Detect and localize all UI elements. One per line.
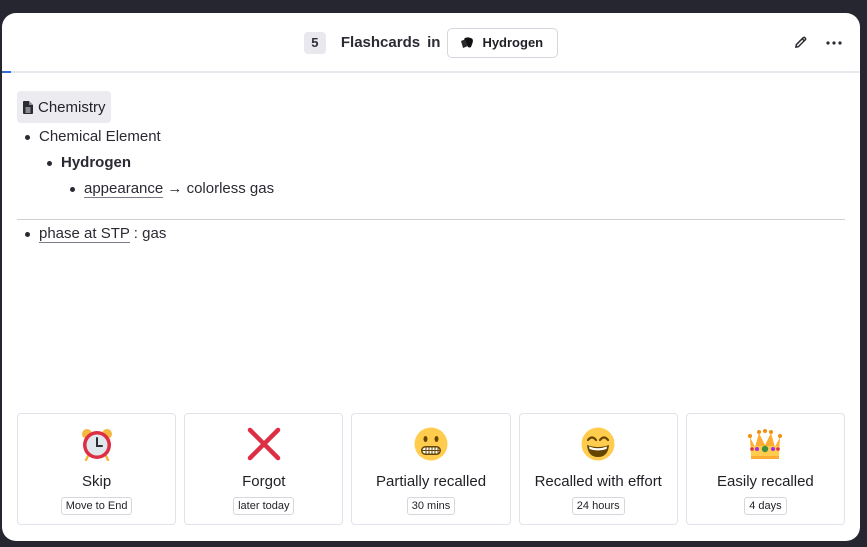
arrow-separator: →: [167, 180, 183, 197]
tree-item-hydrogen: Hydrogen: [17, 150, 845, 176]
review-progress-fill: [2, 71, 11, 73]
rating-interval: 30 mins: [406, 497, 456, 515]
document-icon: [23, 100, 33, 114]
answer-value: gas: [142, 225, 167, 242]
answer-item-phase: phase at STP : gas: [17, 221, 845, 247]
cross-mark-icon: [246, 426, 282, 462]
tree-item-label: Chemical Element: [39, 128, 161, 145]
header-actions: [792, 13, 842, 72]
rating-partially-recalled-button[interactable]: Partially recalled 30 mins: [351, 413, 511, 525]
rating-label: Recalled with effort: [534, 473, 662, 490]
grimacing-face-icon: [413, 426, 449, 462]
rating-buttons: Skip Move to End Forgot later today Part…: [17, 413, 846, 525]
header-title: Flashcards: [340, 34, 421, 51]
more-options-button[interactable]: [826, 35, 842, 51]
ellipsis-icon: [826, 40, 842, 45]
header-center: 5 Flashcards in Hydrogen: [303, 27, 559, 58]
deck-selector[interactable]: Hydrogen: [447, 27, 559, 58]
alarm-clock-icon: [79, 426, 115, 462]
crown-icon: [747, 426, 783, 462]
tree-item-chemical-element: Chemical Element: [17, 124, 845, 150]
dialog-header: 5 Flashcards in Hydrogen: [2, 13, 860, 72]
card-count-badge: 5: [303, 31, 326, 54]
review-progress-bar: [2, 71, 860, 73]
cards-icon: [461, 36, 474, 48]
answer-tree: phase at STP : gas: [17, 221, 845, 247]
deck-name: Hydrogen: [482, 35, 544, 50]
tree-item-label: Hydrogen: [61, 154, 132, 171]
rating-interval: 24 hours: [571, 497, 625, 515]
rating-forgot-button[interactable]: Forgot later today: [184, 413, 344, 525]
rating-interval: 4 days: [744, 497, 787, 515]
pencil-icon: [794, 36, 806, 48]
page-reference-label: Chemistry: [38, 98, 106, 116]
rating-easily-recalled-button[interactable]: Easily recalled 4 days: [685, 413, 846, 525]
rating-label: Forgot: [242, 473, 286, 490]
rating-label: Easily recalled: [717, 473, 814, 490]
property-link-phase-at-stp[interactable]: phase at STP: [39, 225, 130, 243]
rating-recalled-with-effort-button[interactable]: Recalled with effort 24 hours: [518, 413, 678, 525]
rating-interval: Move to End: [60, 497, 133, 515]
card-content: Chemistry Chemical Element Hydrogen appe…: [17, 91, 845, 247]
flashcards-dialog: 5 Flashcards in Hydrogen Chemistry Chemi…: [2, 13, 860, 541]
edit-button[interactable]: [792, 35, 808, 51]
rating-label: Skip: [82, 473, 112, 490]
page-reference-chemistry[interactable]: Chemistry: [17, 91, 111, 123]
property-link-appearance[interactable]: appearance: [84, 180, 164, 198]
grinning-face-icon: [580, 426, 616, 462]
header-in-label: in: [427, 34, 441, 51]
question-tree: Chemical Element Hydrogen appearance → c…: [17, 124, 845, 202]
tree-item-appearance: appearance → colorless gas: [17, 176, 845, 202]
question-answer-divider: [17, 219, 845, 220]
property-value: colorless gas: [186, 180, 275, 197]
rating-label: Partially recalled: [375, 473, 487, 490]
rating-interval: later today: [233, 497, 295, 515]
colon-separator: :: [133, 225, 138, 242]
rating-skip-button[interactable]: Skip Move to End: [17, 413, 177, 525]
